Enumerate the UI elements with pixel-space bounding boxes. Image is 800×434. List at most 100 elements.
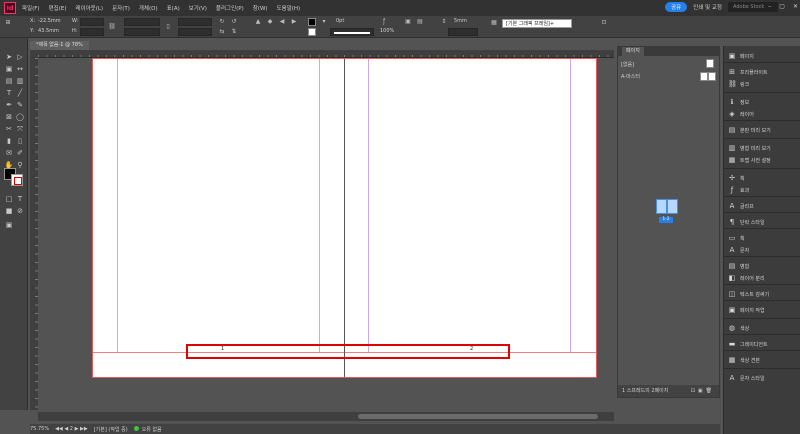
dock-item-6[interactable]: ▥ 병합 미리 보기 [724,142,800,154]
dock-item-14[interactable]: ▤ 병합 [724,260,800,272]
scissors-tool-icon[interactable]: ✂ [4,124,14,134]
menu-edit[interactable]: 편집(E) [49,4,67,12]
minimize-button[interactable]: – [768,3,771,10]
master-a-thumb-left[interactable] [700,72,708,81]
opacity-field[interactable]: 100% [380,28,394,34]
document-tab[interactable]: *제목 없음-1 @ 78% [30,41,89,50]
new-page-icon[interactable]: ▣ [698,388,706,394]
type-tool-icon[interactable]: T [4,88,14,98]
scroll-thumb[interactable] [358,414,598,419]
dock-item-8[interactable]: ✢ 획 [724,172,800,184]
object-style-select[interactable]: [기본 그래픽 프레임]+ [502,19,572,28]
horizontal-scrollbar[interactable] [38,412,614,421]
fill-dropdown-icon[interactable]: ▾ [320,18,328,26]
dock-item-5[interactable]: ▤ 분판 미리 보기 [724,124,800,136]
stroke-type-select[interactable] [330,28,374,36]
select-previous-icon[interactable]: ◀ [278,18,286,26]
rotate-field[interactable] [178,18,212,26]
stroke-weight-field[interactable]: 0pt [336,18,344,24]
dock-item-2[interactable]: ⛓ 링크 [724,78,800,90]
style-status[interactable]: [기본] (작업 중) [94,426,128,433]
x-field[interactable]: -22.5mm [38,18,61,24]
gradient-feather-tool-icon[interactable]: ▯ [15,136,25,146]
dock-item-1[interactable]: ⊞ 프리플라이트 [724,66,800,78]
maximize-button[interactable]: ▢ [779,3,785,10]
selection-tool-icon[interactable]: ➤ [4,52,14,62]
dock-item-13[interactable]: A 문자 [724,244,800,256]
text-wrap-icon[interactable]: ▤ [416,18,424,26]
stroke-color-swatch[interactable] [11,174,23,186]
dock-item-7[interactable]: ▦ 트랩 사전 설정 [724,154,800,166]
dock-item-0[interactable]: ▣ 페이지 [724,50,800,62]
offset-icon[interactable]: ⇕ [440,18,448,26]
dock-item-9[interactable]: ƒ 효과 [724,184,800,196]
menu-table[interactable]: 표(A) [167,4,180,12]
delete-page-icon[interactable]: 🗑 [706,388,715,394]
constrain-link-icon[interactable]: ⛓ [108,23,116,31]
corner-shape-select[interactable] [448,28,478,36]
dock-item-16[interactable]: ◫ 텍스트 감싸기 [724,288,800,300]
page-1-thumb[interactable] [656,199,667,214]
scale-x-field[interactable] [124,18,160,26]
rotate-ccw-icon[interactable]: ↺ [230,18,238,26]
dock-item-11[interactable]: ¶ 단락 스타일 [724,216,800,228]
page-2-thumb[interactable] [667,199,678,214]
h-field[interactable] [80,28,104,36]
zoom-level[interactable]: 75.75% [30,426,49,432]
formatting-text-icon[interactable]: T [15,194,25,204]
dock-item-10[interactable]: A 글리프 [724,200,800,212]
content-collector-icon[interactable]: ▤ [4,76,14,86]
menu-window[interactable]: 창(W) [253,4,268,12]
dock-item-3[interactable]: ℹ 정보 [724,96,800,108]
fill-swatch[interactable] [308,18,316,26]
menu-file[interactable]: 파일(F) [22,4,40,12]
pen-tool-icon[interactable]: ✒ [4,100,14,110]
dock-item-4[interactable]: ◈ 레이어 [724,108,800,120]
note-tool-icon[interactable]: ✉ [4,148,14,158]
master-a-item[interactable]: A-마스터 [621,73,640,80]
master-a-thumb-right[interactable] [708,72,716,81]
formatting-container-icon[interactable]: □ [4,194,14,204]
menu-view[interactable]: 보기(V) [189,4,207,12]
flip-v-icon[interactable]: ⇅ [230,28,238,36]
flip-h-icon[interactable]: ⇆ [218,28,226,36]
select-next-icon[interactable]: ▶ [290,18,298,26]
dock-item-12[interactable]: ▭ 획 [724,232,800,244]
dock-item-19[interactable]: ▬ 그레이디언트 [724,338,800,350]
apply-color-icon[interactable]: ■ [4,206,14,216]
direct-selection-tool-icon[interactable]: ▷ [15,52,25,62]
offset-field[interactable]: 5mm [454,18,467,24]
master-none-item[interactable]: [없음] [621,61,634,68]
dock-item-18[interactable]: ◍ 색상 [724,322,800,334]
y-field[interactable]: 43.5mm [38,28,59,34]
apply-none-icon[interactable]: ⊘ [15,206,25,216]
menu-object[interactable]: 개체(O) [139,4,158,12]
gradient-tool-icon[interactable]: ▮ [4,136,14,146]
menu-layout[interactable]: 레이아웃(L) [75,4,103,12]
zoom-tool-icon[interactable]: ⚲ [15,160,25,170]
w-field[interactable] [80,18,104,26]
dock-item-15[interactable]: ◧ 레이어 분리 [724,272,800,284]
ruler-origin[interactable] [30,50,38,58]
close-button[interactable]: ✕ [793,3,798,10]
scale-link-icon[interactable]: ▯ [164,23,172,31]
effects-fx-icon[interactable]: ƒ [380,18,388,26]
menu-plugins[interactable]: 플러그인(P) [216,4,244,12]
fitting-icon[interactable]: ⊡ [600,19,608,27]
menu-help[interactable]: 도움말(H) [277,4,301,12]
stroke-swatch[interactable] [308,28,316,36]
line-tool-icon[interactable]: ╱ [15,88,25,98]
page-tool-icon[interactable]: ▣ [4,64,14,74]
page-navigator[interactable]: ◀◀ ◀ 2 ▶ ▶▶ [55,426,88,432]
screen-mode-icon[interactable]: ▣ [4,220,14,230]
dock-item-21[interactable]: A 문자 스타일 [724,372,800,384]
select-content-icon[interactable]: ◆ [266,18,274,26]
eyedropper-tool-icon[interactable]: ✐ [15,148,25,158]
workspace-select[interactable]: 인쇄 및 교정 [693,3,722,11]
drop-shadow-icon[interactable]: ▣ [404,18,412,26]
page-size-icon[interactable]: ⊡ [691,388,698,394]
scale-y-field[interactable] [124,28,160,36]
gap-tool-icon[interactable]: ↔ [15,64,25,74]
rotate-cw-icon[interactable]: ↻ [218,18,226,26]
ellipse-tool-icon[interactable]: ◯ [15,112,25,122]
